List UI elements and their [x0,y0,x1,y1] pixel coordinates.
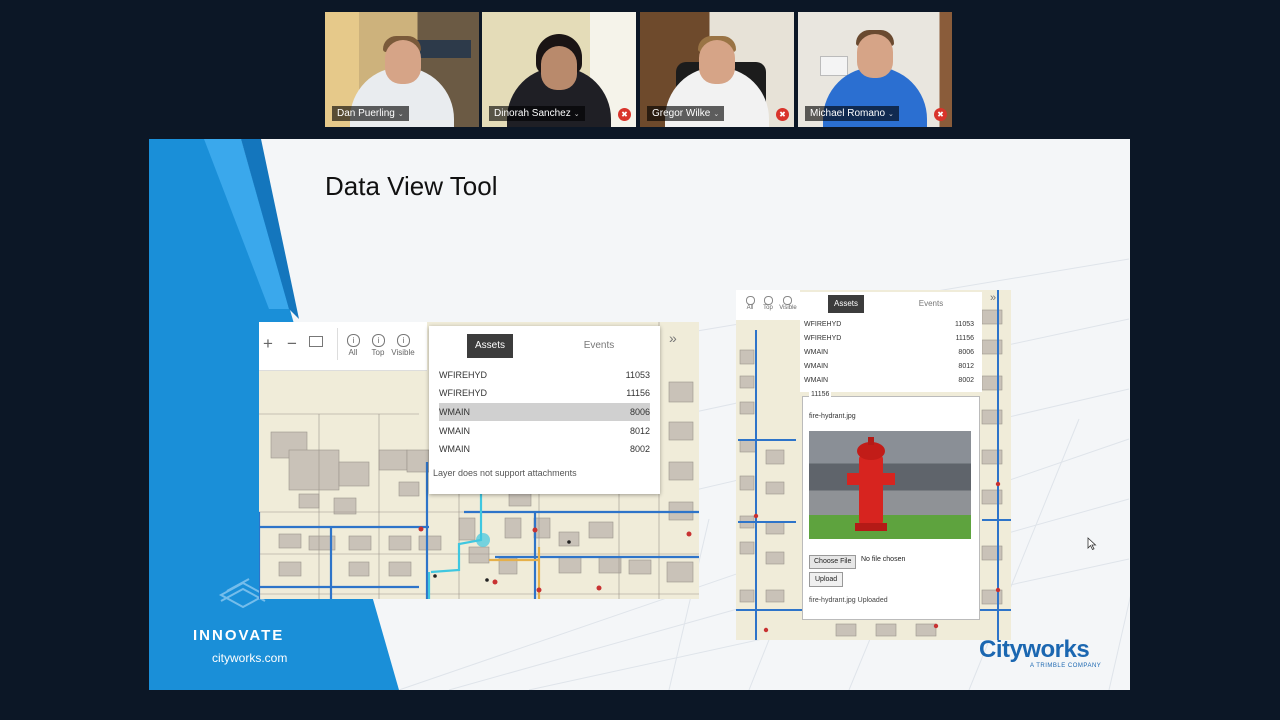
tab-events[interactable]: Events [569,334,629,358]
data-view-panel: Assets Events WFIREHYD 11053 WFIREHYD 1115… [429,326,660,494]
chevron-down-icon: ⌄ [397,111,404,118]
filter-top-button[interactable]: Top [368,348,388,357]
asset-id: 8002 [629,444,650,454]
asset-id: 8012 [958,363,974,370]
cityworks-logo-subtitle: A TRIMBLE COMPANY [1030,663,1102,669]
asset-layer: WFIREHYD [439,388,487,398]
double-chevron-icon[interactable]: » [990,292,996,304]
chevron-down-icon: ⌄ [713,111,720,118]
map-toolbar: All Top Visible [736,290,800,320]
asset-layer: WMAIN [439,444,470,454]
asset-row[interactable]: WFIREHYD 11053 [439,366,650,384]
file-status-text: No file chosen [861,556,906,563]
filter-visible-button[interactable]: Visible [777,305,799,311]
double-chevron-icon[interactable]: » [669,330,677,346]
rows-container: WFIREHYD 11053 WFIREHYD 11156 WMAIN 8006 WM… [804,318,974,388]
video-background-shelf [415,40,471,58]
asset-row[interactable]: WFIREHYD 11156 [439,384,650,402]
asset-id: 11053 [625,370,650,380]
attachment-image [809,431,971,539]
asset-id: 8006 [958,349,974,356]
filter-visible-button[interactable]: Visible [389,348,417,357]
asset-layer: WFIREHYD [804,335,842,342]
asset-layer: WMAIN [804,349,829,356]
brand-url: cityworks.com [212,651,288,665]
asset-layer: WMAIN [439,407,470,417]
chevron-down-icon: ⌄ [888,111,894,118]
participant-tile[interactable]: Gregor Wilke ⌄ ✖ [640,12,794,127]
cursor-icon [1087,537,1097,551]
asset-layer: WMAIN [804,363,829,370]
data-view-panel: Assets Events WFIREHYD 11053 WFIREHYD 1115… [800,292,982,392]
participant-name: Dinorah Sanchez ⌄ [489,106,585,121]
asset-layer: WFIREHYD [804,321,842,328]
filter-all-button[interactable]: All [343,348,363,357]
mic-muted-icon: ✖ [934,108,947,121]
fire-hydrant-icon [847,437,895,531]
asset-row[interactable]: WMAIN 8012 [439,422,650,440]
attachment-panel: 11156 fire-hydrant.jpg Choose File No fi… [802,391,980,620]
map-view-right[interactable]: All Top Visible Assets Events WFIREHYD 11… [736,290,1011,640]
attachments-message: Layer does not support attachments [433,468,577,478]
attachment-group-label: 11156 [809,391,832,398]
attachment-filename: fire-hydrant.jpg [809,413,856,420]
asset-layer: WFIREHYD [439,370,487,380]
info-icon: i [347,334,360,347]
layers-icon[interactable] [309,336,323,347]
participant-tile[interactable]: Michael Romano ⌄ ✖ [798,12,952,127]
asset-id: 8002 [958,377,974,384]
participant-face [541,46,577,90]
asset-row[interactable]: WMAIN 8002 [804,374,974,388]
choose-file-button[interactable]: Choose File [809,555,857,569]
info-icon: i [397,334,410,347]
participant-name: Michael Romano ⌄ [805,106,899,121]
map-view-left[interactable]: + − i All i Top i Visible Assets Events … [259,322,699,599]
upload-button[interactable]: Upload [809,572,844,587]
upload-status: fire-hydrant.jpg Uploaded [809,597,888,604]
participant-face [385,40,421,84]
tab-assets[interactable]: Assets [828,295,864,313]
info-icon [764,296,773,305]
asset-layer: WMAIN [804,377,829,384]
chevron-down-icon: ⌄ [573,111,580,118]
filter-top-button[interactable]: Top [760,305,776,311]
zoom-out-button[interactable]: − [285,334,299,354]
participant-face [699,40,735,84]
brand-tagline: INNOVATE [193,627,285,644]
zoom-in-button[interactable]: + [261,334,275,354]
asset-id: 8006 [629,407,650,417]
mic-muted-icon: ✖ [776,108,789,121]
asset-id: 11053 [955,321,974,328]
asset-row[interactable]: WFIREHYD 11053 [804,318,974,332]
info-icon [746,296,755,305]
asset-layer: WMAIN [439,426,470,436]
asset-id: 8012 [629,426,650,436]
mic-muted-icon: ✖ [618,108,631,121]
participant-name: Dan Puerling ⌄ [332,106,409,121]
video-background-frame [820,56,848,76]
map-toolbar: + − i All i Top i Visible [259,322,427,371]
asset-row[interactable]: WMAIN 8012 [804,360,974,374]
shared-slide: Data View Tool INNOVATE cityworks.com Ci… [149,139,1130,690]
participant-face [857,34,893,78]
asset-row[interactable]: WMAIN 8002 [439,440,650,458]
asset-id: 11156 [955,335,974,342]
filter-all-button[interactable]: All [743,305,757,311]
asset-row-selected[interactable]: WMAIN 8006 [439,403,650,421]
participant-tile[interactable]: Dinorah Sanchez ⌄ ✖ [482,12,636,127]
slide-title: Data View Tool [325,171,498,201]
info-icon: i [372,334,385,347]
asset-row[interactable]: WMAIN 8006 [804,346,974,360]
participant-tile[interactable]: Dan Puerling ⌄ [325,12,479,127]
asset-row[interactable]: WFIREHYD 11156 [804,332,974,346]
toolbar-divider [337,328,338,360]
participant-name: Gregor Wilke ⌄ [647,106,725,121]
info-icon [783,296,792,305]
tab-assets[interactable]: Assets [467,334,513,358]
rows-container: WFIREHYD 11053 WFIREHYD 11156 WMAIN 8006 WM… [439,366,650,460]
tab-events[interactable]: Events [906,295,956,313]
cityworks-logo: Cityworks [979,636,1090,663]
asset-id: 11156 [626,388,650,398]
